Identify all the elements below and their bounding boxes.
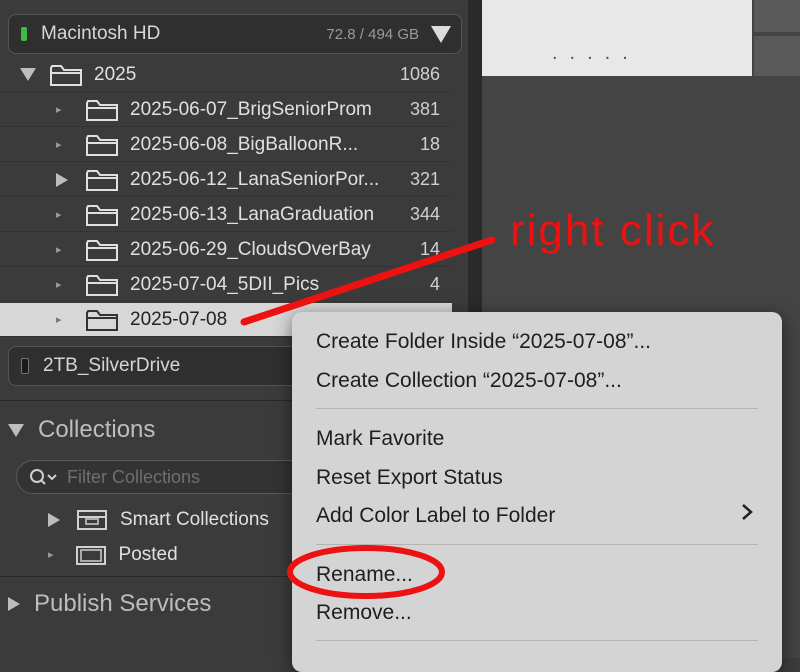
annotation-circle [287, 545, 445, 599]
annotation-text: right click [510, 206, 716, 255]
annotation-overlay [240, 236, 496, 599]
annotation-arrow-line [240, 236, 496, 326]
